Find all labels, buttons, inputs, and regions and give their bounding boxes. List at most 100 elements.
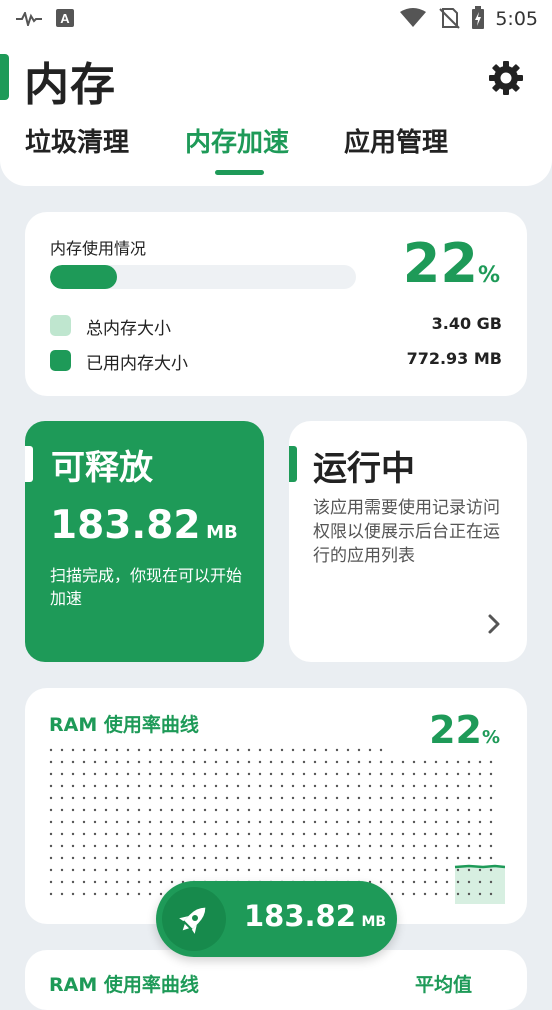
chart-grid-dot	[104, 868, 108, 872]
chart-grid-dot	[335, 760, 339, 764]
legend-total-memory: 总内存大小 3.40 GB	[50, 313, 502, 339]
chart-grid-dot	[269, 772, 273, 776]
chart-grid-dot	[280, 760, 284, 764]
memory-usage-bar-fill	[50, 265, 118, 289]
chart-grid-dot	[159, 784, 163, 788]
chart-grid-dot	[258, 844, 262, 848]
chart-grid-dot	[478, 832, 482, 836]
chart-grid-dot	[170, 856, 174, 860]
chart-grid-dot	[269, 856, 273, 860]
chart-grid-dot	[214, 820, 218, 824]
chart-grid-dot	[104, 856, 108, 860]
chart-grid-dot	[478, 844, 482, 848]
chart-grid-dot	[269, 784, 273, 788]
chart-grid-dot	[236, 796, 240, 800]
chart-grid-dot	[478, 856, 482, 860]
chart-grid-dot	[60, 808, 64, 812]
chart-grid-dot	[423, 856, 427, 860]
chart-grid-dot	[467, 832, 471, 836]
chart-grid-dot	[291, 808, 295, 812]
chart-grid-dot	[478, 808, 482, 812]
chart-grid-dot	[423, 772, 427, 776]
releasable-card[interactable]: 可释放 183.82 MB 扫描完成，你现在可以开始加速	[25, 421, 264, 662]
chart-grid-dot	[192, 820, 196, 824]
chart-grid-dot	[401, 808, 405, 812]
chart-grid-dot	[115, 808, 119, 812]
chart-grid-dot	[445, 856, 449, 860]
chart-grid-dot	[324, 772, 328, 776]
chart-grid-dot	[489, 784, 493, 788]
tab-junk-clean[interactable]: 垃圾清理	[25, 122, 129, 159]
chart-grid-dot	[445, 844, 449, 848]
ram-percent-value: 22	[429, 708, 482, 752]
chart-grid-dot	[214, 808, 218, 812]
chart-grid-dot	[159, 760, 163, 764]
chart-grid-dot	[82, 748, 86, 752]
chart-grid-dot	[357, 868, 361, 872]
chart-grid-dot	[225, 844, 229, 848]
chart-grid-dot	[401, 856, 405, 860]
chart-grid-dot	[313, 796, 317, 800]
ram-average-card: RAM 使用率曲线 平均值	[25, 950, 527, 1010]
chart-grid-dot	[489, 760, 493, 764]
chart-grid-dot	[302, 748, 306, 752]
tab-bar: 垃圾清理 内存加速 应用管理	[0, 122, 552, 172]
chart-grid-dot	[489, 832, 493, 836]
chart-grid-dot	[335, 820, 339, 824]
chart-grid-dot	[291, 772, 295, 776]
chart-grid-dot	[302, 760, 306, 764]
chart-grid-dot	[412, 820, 416, 824]
running-card[interactable]: 运行中 该应用需要使用记录访问权限以便展示后台正在运行的应用列表	[289, 421, 527, 662]
chart-grid-dot	[346, 796, 350, 800]
chart-grid-dot	[478, 760, 482, 764]
chart-grid-dot	[203, 808, 207, 812]
chart-grid-dot	[445, 880, 449, 884]
chart-grid-dot	[203, 760, 207, 764]
chart-grid-dot	[335, 856, 339, 860]
chart-grid-dot	[412, 772, 416, 776]
chart-grid-dot	[225, 820, 229, 824]
tab-app-manager[interactable]: 应用管理	[344, 122, 448, 159]
chart-grid-dot	[258, 784, 262, 788]
gear-icon[interactable]	[488, 60, 524, 96]
chart-grid-dot	[236, 844, 240, 848]
no-sim-icon	[439, 8, 460, 29]
chart-grid-dot	[148, 784, 152, 788]
chart-grid-dot	[93, 892, 97, 896]
chart-grid-dot	[137, 844, 141, 848]
chart-grid-dot	[71, 772, 75, 776]
chart-grid-dot	[269, 808, 273, 812]
chart-grid-dot	[379, 772, 383, 776]
chart-grid-dot	[478, 820, 482, 824]
chart-grid-dot	[412, 892, 416, 896]
chart-grid-dot	[104, 844, 108, 848]
chart-grid-dot	[324, 844, 328, 848]
chart-grid-dot	[434, 856, 438, 860]
chart-grid-dot	[60, 760, 64, 764]
chart-grid-dot	[335, 748, 339, 752]
chart-grid-dot	[126, 808, 130, 812]
chart-grid-dot	[60, 868, 64, 872]
chart-grid-dot	[181, 820, 185, 824]
chart-grid-dot	[412, 808, 416, 812]
chart-grid-dot	[467, 856, 471, 860]
tab-memory-boost[interactable]: 内存加速	[185, 122, 289, 159]
chart-grid-dot	[126, 784, 130, 788]
chart-grid-dot	[93, 808, 97, 812]
chart-grid-dot	[104, 760, 108, 764]
chevron-right-icon[interactable]	[487, 613, 501, 635]
chart-grid-dot	[445, 832, 449, 836]
chart-grid-dot	[357, 784, 361, 788]
chart-grid-dot	[225, 868, 229, 872]
chart-grid-dot	[115, 748, 119, 752]
chart-grid-dot	[93, 772, 97, 776]
chart-grid-dot	[225, 796, 229, 800]
release-accent-bar	[25, 446, 33, 482]
chart-grid-dot	[71, 784, 75, 788]
chart-grid-dot	[423, 868, 427, 872]
chart-grid-dot	[137, 856, 141, 860]
chart-grid-dot	[93, 820, 97, 824]
chart-grid-dot	[104, 796, 108, 800]
boost-button[interactable]: 183.82 MB	[156, 881, 397, 957]
chart-grid-dot	[214, 868, 218, 872]
